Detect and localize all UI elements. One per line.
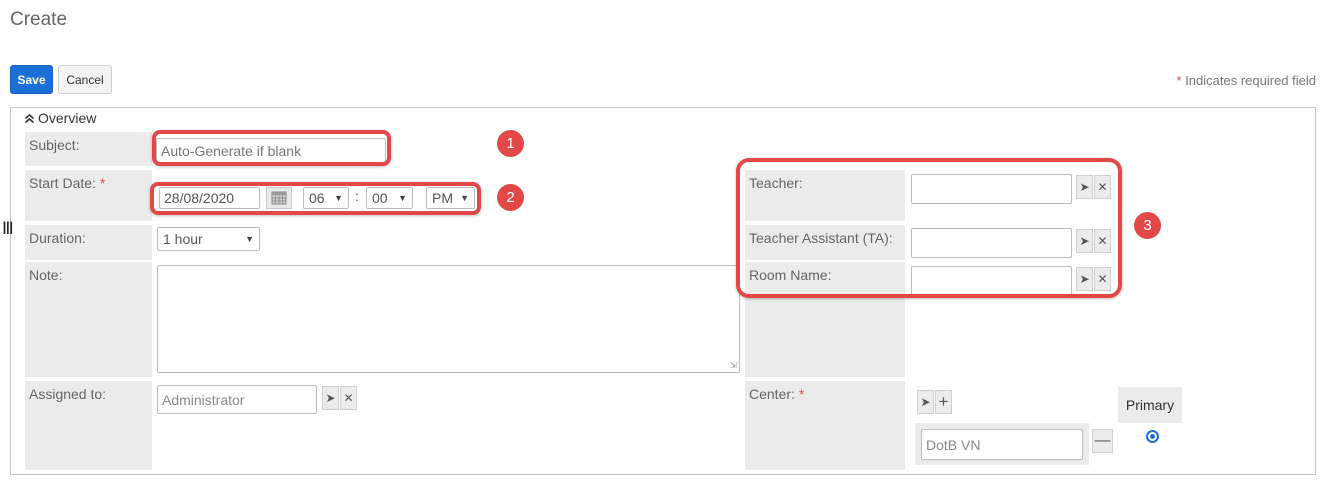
close-icon: ✕: [343, 391, 354, 405]
assigned-to-input[interactable]: Administrator: [157, 385, 317, 414]
close-icon: ✕: [1097, 272, 1108, 286]
room-name-label: Room Name:: [745, 262, 905, 377]
cursor-arrow-icon: ➤: [920, 395, 931, 409]
calendar-button[interactable]: [266, 187, 292, 209]
chevron-down-icon: ▼: [334, 193, 343, 203]
note-textarea[interactable]: ⇲: [157, 265, 740, 373]
teacher-label: Teacher:: [745, 170, 905, 221]
teacher-select-button[interactable]: ➤: [1076, 175, 1093, 199]
calendar-icon: [271, 191, 287, 205]
close-icon: ✕: [1097, 180, 1108, 194]
subject-label: Subject:: [25, 132, 152, 166]
duration-select[interactable]: 1 hour ▼: [157, 227, 260, 251]
start-ampm-value: PM: [432, 190, 453, 206]
start-minute-value: 00: [372, 190, 388, 206]
overview-title: Overview: [38, 110, 97, 126]
center-remove-button[interactable]: —: [1092, 429, 1113, 453]
room-name-input[interactable]: [911, 266, 1072, 296]
center-label-text: Center:: [749, 386, 795, 402]
chevron-down-icon: ▼: [398, 193, 407, 203]
time-separator: :: [355, 188, 359, 204]
start-date-label-text: Start Date:: [29, 175, 96, 191]
required-field-note: * Indicates required field: [1177, 73, 1317, 88]
teacher-assistant-input[interactable]: [911, 228, 1072, 258]
teacher-input[interactable]: [911, 174, 1072, 204]
center-add-button[interactable]: +: [935, 390, 952, 414]
start-date-label: Start Date: *: [25, 170, 152, 221]
cursor-arrow-icon: ➤: [1079, 234, 1090, 248]
cursor-arrow-icon: ➤: [1079, 272, 1090, 286]
save-button[interactable]: Save: [10, 65, 53, 94]
room-name-select-button[interactable]: ➤: [1076, 267, 1093, 291]
duration-value: 1 hour: [163, 231, 203, 247]
chevron-down-icon: ▼: [245, 234, 254, 244]
start-hour-value: 06: [309, 190, 325, 206]
start-date-required-star: *: [99, 175, 106, 191]
cursor-arrow-icon: ➤: [1079, 180, 1090, 194]
primary-radio[interactable]: [1146, 430, 1159, 443]
overview-toggle[interactable]: Overview: [24, 110, 96, 126]
close-icon: ✕: [1097, 234, 1108, 248]
start-date-input[interactable]: 28/08/2020: [159, 187, 260, 209]
cancel-button[interactable]: Cancel: [58, 65, 112, 94]
subject-input[interactable]: [156, 138, 386, 164]
text-cursor-icon: Ⅲ: [2, 219, 14, 238]
resize-grip-icon: ⇲: [729, 360, 737, 370]
minus-icon: —: [1094, 432, 1111, 449]
teacher-assistant-select-button[interactable]: ➤: [1076, 229, 1093, 253]
start-ampm-select[interactable]: PM ▼: [426, 187, 475, 209]
plus-icon: +: [938, 392, 949, 411]
center-input[interactable]: DotB VN: [921, 429, 1083, 460]
teacher-assistant-clear-button[interactable]: ✕: [1094, 229, 1111, 253]
room-name-clear-button[interactable]: ✕: [1094, 267, 1111, 291]
center-required-star: *: [798, 386, 805, 402]
duration-label: Duration:: [25, 225, 152, 260]
note-label: Note:: [25, 262, 152, 377]
start-hour-select[interactable]: 06 ▼: [303, 187, 349, 209]
annotation-badge-2: 2: [497, 184, 524, 211]
chevron-down-icon: ▼: [460, 193, 469, 203]
teacher-assistant-label: Teacher Assistant (TA):: [745, 225, 905, 260]
annotation-badge-3: 3: [1134, 212, 1161, 239]
assigned-to-clear-button[interactable]: ✕: [340, 386, 357, 410]
primary-header: Primary: [1118, 387, 1182, 423]
center-select-button[interactable]: ➤: [917, 390, 934, 414]
start-minute-select[interactable]: 00 ▼: [366, 187, 413, 209]
double-chevron-up-icon: [24, 113, 35, 123]
assigned-to-select-button[interactable]: ➤: [322, 386, 339, 410]
page-title: Create: [10, 9, 68, 30]
required-note-text: Indicates required field: [1185, 73, 1316, 88]
center-label: Center: *: [745, 381, 905, 470]
required-star: *: [1176, 73, 1182, 88]
annotation-badge-1: 1: [497, 130, 524, 157]
cursor-arrow-icon: ➤: [325, 391, 336, 405]
teacher-clear-button[interactable]: ✕: [1094, 175, 1111, 199]
assigned-to-label: Assigned to:: [25, 381, 152, 470]
